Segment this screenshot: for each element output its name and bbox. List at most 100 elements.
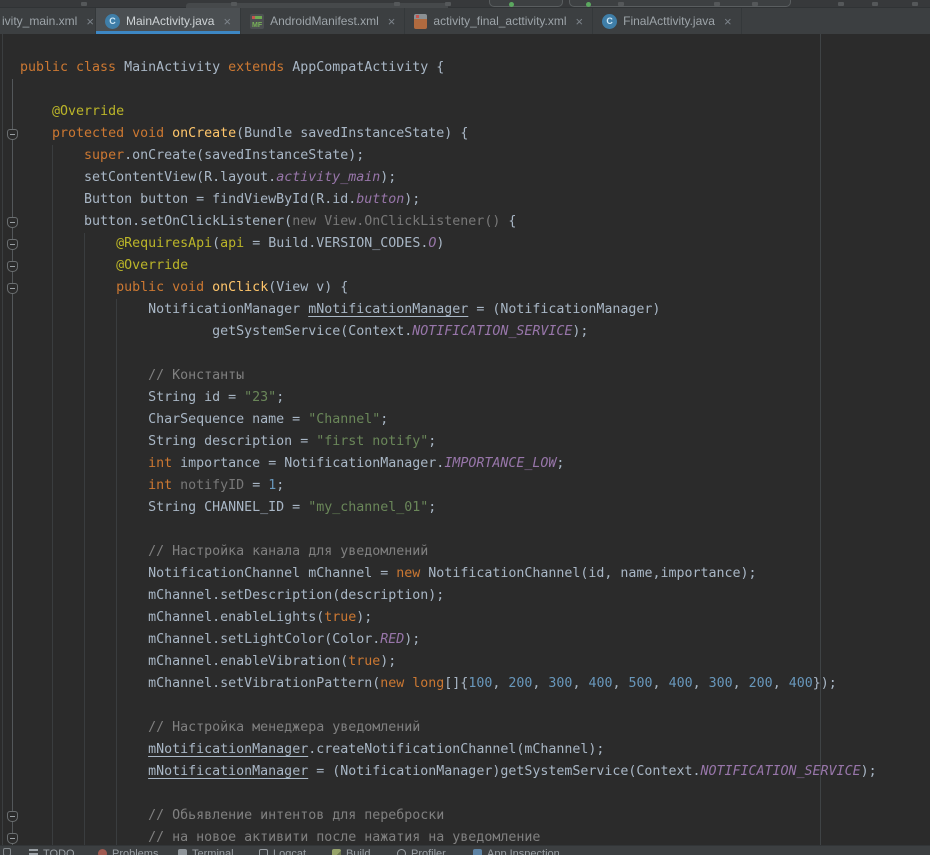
tab-finalacttivity-java[interactable]: C FinalActtivity.java ×	[593, 8, 741, 34]
code-line[interactable]: mChannel.enableVibration(true);	[20, 651, 396, 673]
code-token: )	[436, 236, 444, 251]
code-line[interactable]: // Настройка канала для уведомлений	[20, 541, 428, 563]
fold-marker-icon[interactable]	[7, 239, 18, 250]
code-line[interactable]: public class MainActivity extends AppCom…	[20, 57, 444, 79]
code-token: extends	[228, 60, 292, 75]
fold-marker-icon[interactable]	[7, 283, 18, 294]
statusbar-item-profiler[interactable]: Profiler	[397, 848, 446, 855]
toolbar-button-icon[interactable]	[81, 2, 87, 6]
code-line[interactable]: String CHANNEL_ID = "my_channel_01";	[20, 497, 436, 519]
code-token: );	[861, 764, 877, 779]
statusbar-item-todo[interactable]: TODO	[29, 848, 75, 855]
code-line[interactable]: public void onClick(View v) {	[20, 277, 348, 299]
fold-marker-icon[interactable]	[7, 811, 18, 822]
toolbar-button-icon[interactable]	[912, 2, 918, 6]
code-token: ;	[428, 500, 436, 515]
toolbar-button-icon[interactable]	[714, 2, 720, 6]
tab-close-icon[interactable]: ×	[223, 15, 231, 28]
code-line[interactable]: // Настройка менеджера уведомлений	[20, 717, 420, 739]
tab-label: AndroidManifest.xml	[270, 14, 379, 28]
code-line[interactable]: super.onCreate(savedInstanceState);	[20, 145, 364, 167]
code-line[interactable]: @Override	[20, 255, 188, 277]
tab-ivity-main-xml[interactable]: ivity_main.xml×	[0, 8, 96, 34]
app-inspection-icon	[473, 849, 482, 855]
code-line[interactable]: @Override	[20, 101, 124, 123]
code-token: String CHANNEL_ID =	[20, 500, 308, 515]
toolbar-button-icon[interactable]	[838, 2, 844, 6]
right-margin-guide	[820, 34, 821, 845]
toolbar-button-icon[interactable]	[445, 2, 451, 6]
toolbar-button-icon[interactable]	[394, 2, 400, 6]
code-token: = (NotificationManager)getSystemService(…	[308, 764, 700, 779]
code-line[interactable]: mChannel.setLightColor(Color.RED);	[20, 629, 420, 651]
code-line[interactable]: NotificationManager mNotificationManager…	[20, 299, 660, 321]
code-line[interactable]: NotificationChannel mChannel = new Notif…	[20, 563, 757, 585]
java-class-icon: C	[602, 14, 617, 29]
statusbar-item-app-inspection[interactable]: App Inspection	[473, 848, 560, 855]
code-token: String id =	[20, 390, 244, 405]
code-line[interactable]: button.setOnClickListener(new View.OnCli…	[20, 211, 516, 233]
code-line[interactable]: // Константы	[20, 365, 244, 387]
statusbar-item-label: Build	[346, 848, 370, 855]
code-token: 400	[669, 676, 693, 691]
code-line[interactable]: CharSequence name = "Channel";	[20, 409, 388, 431]
code-line[interactable]: mChannel.setVibrationPattern(new long[]{…	[20, 673, 837, 695]
tab-label: FinalActtivity.java	[623, 14, 715, 28]
code-line[interactable]: mChannel.setDescription(description);	[20, 585, 444, 607]
code-line[interactable]: protected void onCreate(Bundle savedInst…	[20, 123, 468, 145]
fold-marker-icon[interactable]	[7, 129, 18, 140]
code-token: ;	[276, 390, 284, 405]
fold-marker-icon[interactable]	[7, 217, 18, 228]
code-line[interactable]: // на новое активити после нажатия на ув…	[20, 827, 540, 845]
code-line[interactable]: getSystemService(Context.NOTIFICATION_SE…	[20, 321, 588, 343]
fold-marker-icon[interactable]	[7, 261, 18, 272]
fold-marker-icon[interactable]	[7, 833, 18, 844]
tab-label: activity_final_acttivity.xml	[433, 14, 566, 28]
run-icon[interactable]	[509, 2, 514, 7]
tab-close-icon[interactable]: ×	[388, 15, 396, 28]
code-token: = Build.VERSION_CODES.	[244, 236, 428, 251]
code-line[interactable]: Button button = findViewById(R.id.button…	[20, 189, 420, 211]
code-token: importance = NotificationManager.	[172, 456, 444, 471]
code-token: @Override	[116, 258, 188, 273]
statusbar-item-build[interactable]: Build	[332, 848, 370, 855]
tab-close-icon[interactable]: ×	[724, 15, 732, 28]
code-line[interactable]: int importance = NotificationManager.IMP…	[20, 453, 564, 475]
statusbar-item-logcat[interactable]: Logcat	[259, 848, 306, 855]
code-token: 500	[629, 676, 653, 691]
tab-close-icon[interactable]: ×	[576, 15, 584, 28]
todo-icon	[29, 849, 38, 855]
code-token: mChannel.enableLights(	[20, 610, 324, 625]
code-token: (View v) {	[268, 280, 348, 295]
tab-activity-final-acttivity-xml[interactable]: activity_final_acttivity.xml ×	[405, 8, 593, 34]
code-token: "Channel"	[308, 412, 380, 427]
statusbar-item-problems[interactable]: Problems	[98, 848, 158, 855]
code-token: );	[572, 324, 588, 339]
code-token: .onCreate(savedInstanceState);	[124, 148, 364, 163]
code-line[interactable]: mChannel.enableLights(true);	[20, 607, 372, 629]
code-line[interactable]: String description = "first notify";	[20, 431, 436, 453]
tab-close-icon[interactable]: ×	[86, 15, 94, 28]
tab-mainactivity-java[interactable]: CMainActivity.java×	[96, 8, 241, 34]
statusbar-item-terminal[interactable]: Terminal	[178, 848, 234, 855]
tool-window-stripe-icon[interactable]	[3, 848, 11, 855]
code-line[interactable]: mNotificationManager.createNotificationC…	[20, 739, 604, 761]
code-token: AppCompatActivity {	[292, 60, 444, 75]
code-line[interactable]: mNotificationManager = (NotificationMana…	[20, 761, 877, 783]
tab-androidmanifest-xml[interactable]: MFAndroidManifest.xml×	[241, 8, 405, 34]
code-line[interactable]: setContentView(R.layout.activity_main);	[20, 167, 396, 189]
code-editor[interactable]: public class MainActivity extends AppCom…	[0, 34, 930, 845]
toolbar-button-icon[interactable]	[618, 2, 624, 6]
code-line[interactable]: // Обьявление интентов для переброски	[20, 805, 444, 827]
toolbar-button-icon[interactable]	[231, 2, 237, 6]
code-token: "23"	[244, 390, 276, 405]
toolbar-button-icon[interactable]	[752, 2, 758, 6]
run-widget[interactable]	[489, 0, 563, 7]
toolbar-button-icon[interactable]	[872, 2, 878, 6]
code-line[interactable]: @RequiresApi(api = Build.VERSION_CODES.O…	[20, 233, 444, 255]
code-line[interactable]: int notifyID = 1;	[20, 475, 284, 497]
code-token: mChannel.enableVibration(	[20, 654, 348, 669]
code-token: button.setOnClickListener(	[20, 214, 292, 229]
code-token: );	[356, 610, 372, 625]
code-line[interactable]: String id = "23";	[20, 387, 284, 409]
